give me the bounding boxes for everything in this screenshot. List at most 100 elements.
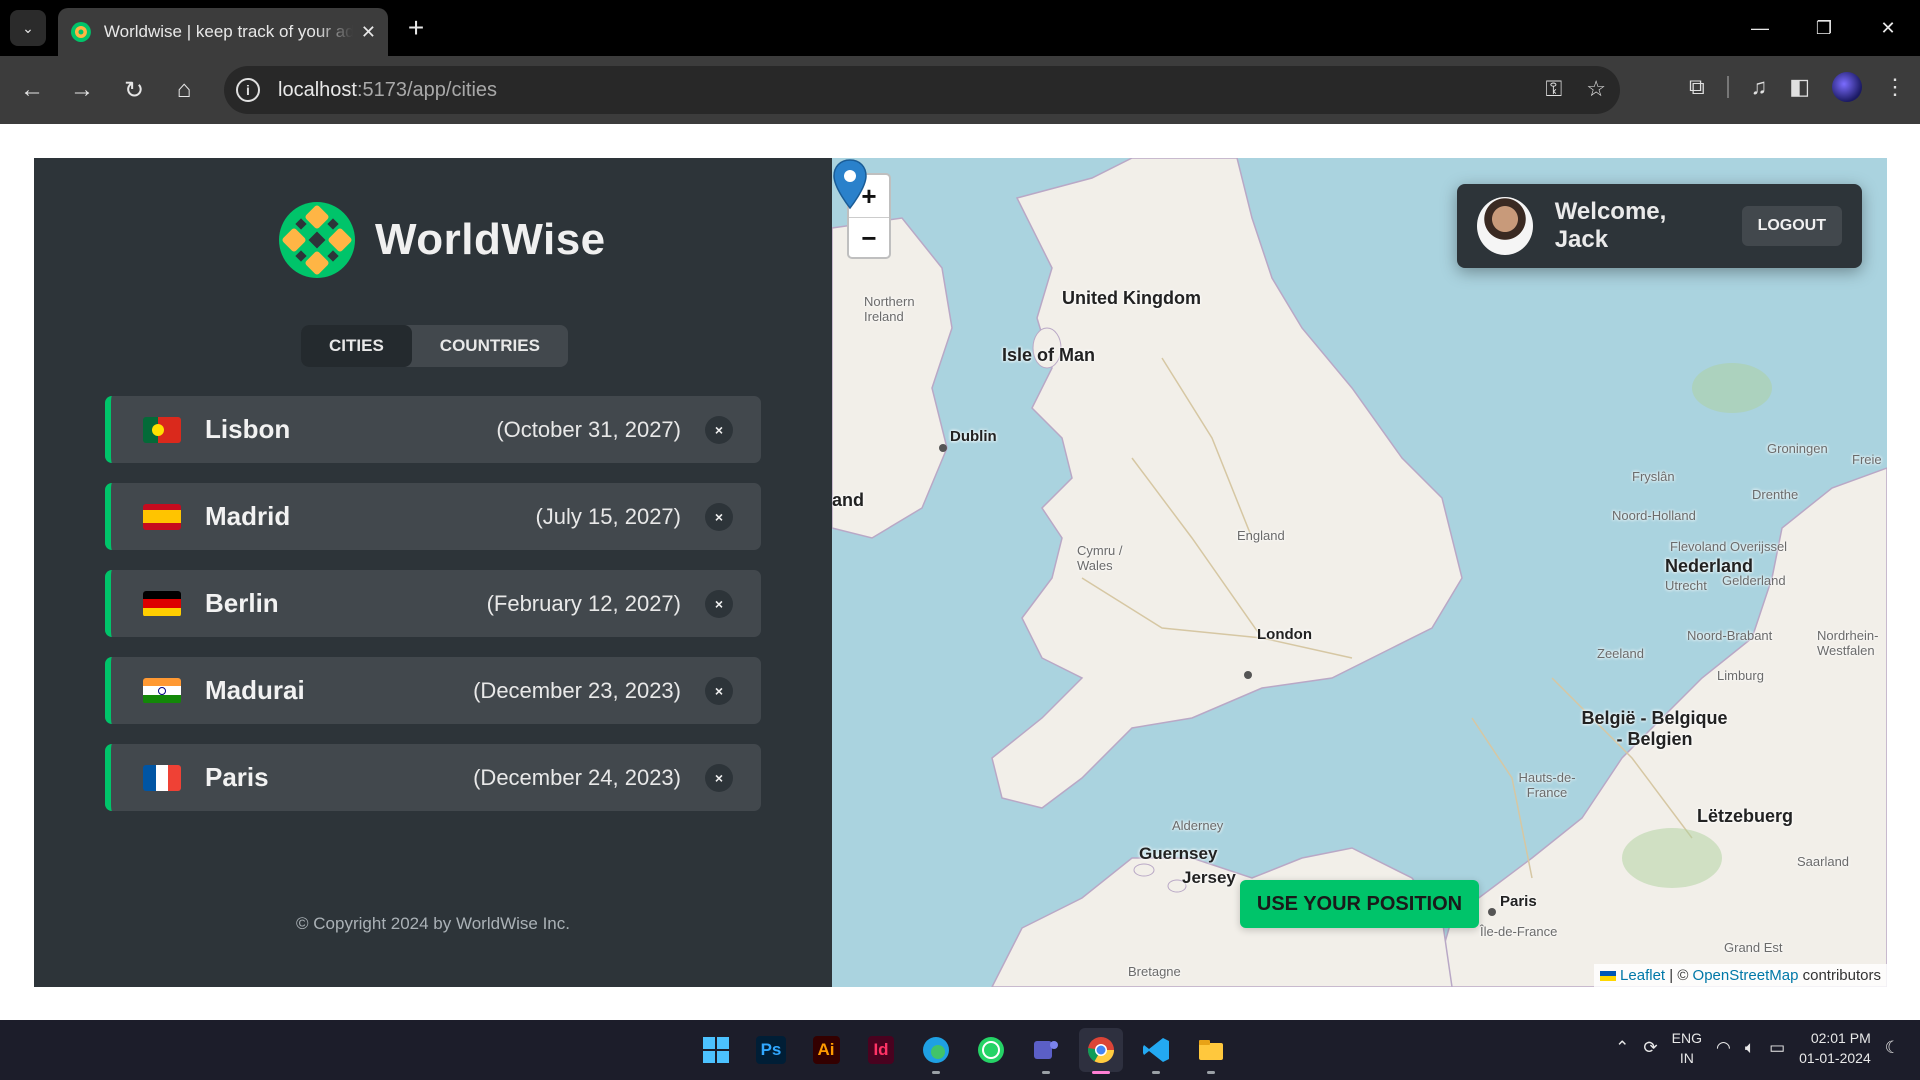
reload-icon[interactable]: ↻ xyxy=(116,72,152,108)
browser-tab-strip: ⌄ Worldwise | keep track of your adventu… xyxy=(0,0,1920,56)
menu-dots-icon[interactable]: ⋮ xyxy=(1884,74,1906,100)
browser-tab[interactable]: Worldwise | keep track of your adventure… xyxy=(58,8,388,56)
wifi-icon[interactable]: ◠ xyxy=(1716,1038,1731,1058)
restore-icon[interactable]: ❐ xyxy=(1792,0,1856,56)
brand-name: WorldWise xyxy=(375,215,606,264)
map-label: Nordrhein-Westfalen xyxy=(1817,628,1879,658)
illustrator-icon[interactable]: Ai xyxy=(804,1028,848,1072)
ukraine-flag-icon xyxy=(1599,971,1616,982)
map-label: Jersey xyxy=(1182,868,1236,887)
delete-city-button[interactable]: × xyxy=(705,589,733,618)
map-label: Île-de-France xyxy=(1480,924,1558,939)
map-label: Dublin xyxy=(950,428,997,445)
delete-city-button[interactable]: × xyxy=(705,763,733,792)
battery-icon[interactable]: ▭ xyxy=(1769,1038,1785,1058)
map-label: Paris xyxy=(1500,893,1537,910)
use-position-button[interactable]: USE YOUR POSITION xyxy=(1240,880,1479,928)
map-label: Guernsey xyxy=(1139,844,1218,863)
logout-button[interactable]: LOGOUT xyxy=(1741,206,1842,246)
logo[interactable]: WorldWise xyxy=(277,200,606,280)
clock[interactable]: 02:01 PM 01-01-2024 xyxy=(1799,1028,1871,1068)
new-tab-button[interactable]: + xyxy=(400,12,432,44)
file-explorer-icon[interactable] xyxy=(1189,1028,1233,1074)
chevron-down-icon: ⌄ xyxy=(22,19,34,36)
osm-link[interactable]: OpenStreetMap xyxy=(1693,967,1799,984)
minimize-icon[interactable]: — xyxy=(1728,0,1792,56)
zoom-out-button[interactable]: − xyxy=(849,217,889,259)
city-date: (December 24, 2023) xyxy=(473,764,681,790)
forward-icon[interactable]: → xyxy=(64,72,100,108)
window-controls: — ❐ ✕ xyxy=(1728,0,1920,56)
leaflet-link[interactable]: Leaflet xyxy=(1620,967,1665,984)
city-item-berlin[interactable]: Berlin (February 12, 2027) × xyxy=(105,570,761,637)
city-item-madrid[interactable]: Madrid (July 15, 2027) × xyxy=(105,483,761,550)
delete-city-button[interactable]: × xyxy=(705,502,733,531)
site-info-icon[interactable]: i xyxy=(236,78,260,102)
windows-start-icon[interactable] xyxy=(694,1028,738,1072)
taskbar-apps: Ps Ai Id xyxy=(694,1028,1233,1074)
address-bar[interactable]: i localhost:5173/app/cities ⚿ ☆ xyxy=(224,66,1620,114)
delete-city-button[interactable]: × xyxy=(705,415,733,444)
side-panel-icon[interactable]: ◧ xyxy=(1789,74,1810,100)
toolbar-divider xyxy=(1726,76,1729,98)
edge-icon[interactable] xyxy=(914,1028,958,1074)
whatsapp-icon[interactable] xyxy=(969,1028,1013,1072)
media-control-icon[interactable]: ♫ xyxy=(1751,74,1768,100)
map-label: Overijssel xyxy=(1730,539,1788,554)
city-item-lisbon[interactable]: Lisbon (October 31, 2027) × xyxy=(105,396,761,463)
map-label: Noord-Brabant xyxy=(1687,628,1773,643)
taskbar: Ps Ai Id ⌃ ⟳ ENG IN ◠ 🔈︎ ▭ 02:01 PM 01-0… xyxy=(0,1020,1920,1080)
sync-icon[interactable]: ⟳ xyxy=(1643,1038,1657,1058)
tab-countries[interactable]: COUNTRIES xyxy=(412,325,568,367)
chevron-up-icon[interactable]: ⌃ xyxy=(1615,1038,1629,1058)
map-label: Noord-Holland xyxy=(1612,508,1696,523)
map-label: Northern Ireland xyxy=(864,294,915,324)
city-item-madurai[interactable]: Madurai (December 23, 2023) × xyxy=(105,657,761,724)
map[interactable]: United Kingdom Isle of Man Northern Irel… xyxy=(832,158,1887,987)
tab-title: Worldwise | keep track of your adventure… xyxy=(103,22,353,41)
map-label: Bretagne xyxy=(1128,964,1181,979)
extensions-icon[interactable]: ⧉ xyxy=(1689,74,1705,100)
spain-flag-icon xyxy=(143,503,181,530)
worldwise-favicon-icon xyxy=(70,22,91,42)
map-label: Gelderland xyxy=(1722,573,1786,588)
back-icon[interactable]: ← xyxy=(14,72,50,108)
city-item-paris[interactable]: Paris (December 24, 2023) × xyxy=(105,744,761,811)
profile-avatar[interactable] xyxy=(1832,72,1862,102)
teams-icon[interactable] xyxy=(1024,1028,1068,1074)
map-label: Freie xyxy=(1852,452,1882,467)
city-date: (December 23, 2023) xyxy=(473,677,681,703)
notifications-icon[interactable]: ☾ xyxy=(1885,1038,1900,1058)
indesign-icon[interactable]: Id xyxy=(859,1028,903,1072)
close-tab-icon[interactable]: ✕ xyxy=(361,22,376,43)
vscode-icon[interactable] xyxy=(1134,1028,1178,1074)
map-label: Flevoland xyxy=(1670,539,1727,554)
city-name: Madurai xyxy=(205,675,305,705)
tab-search-button[interactable]: ⌄ xyxy=(10,10,46,46)
germany-flag-icon xyxy=(143,590,181,617)
attribution-separator: | © xyxy=(1665,967,1693,984)
region-code: IN xyxy=(1679,1050,1694,1066)
chrome-icon[interactable] xyxy=(1079,1028,1123,1074)
city-date: (February 12, 2027) xyxy=(486,590,681,616)
map-label: Groningen xyxy=(1767,441,1828,456)
bookmark-star-icon[interactable]: ☆ xyxy=(1586,76,1606,102)
map-marker-icon[interactable] xyxy=(832,158,868,210)
home-icon[interactable]: ⌂ xyxy=(166,72,202,108)
app-layout: WorldWise CITIES COUNTRIES Lisbon (Octob… xyxy=(34,158,1887,987)
map-label: and xyxy=(832,490,865,510)
url-text: localhost:5173/app/cities xyxy=(278,78,498,101)
browser-toolbar: ← → ↻ ⌂ i localhost:5173/app/cities ⚿ ☆ … xyxy=(0,56,1920,124)
system-tray: ⌃ ⟳ ENG IN ◠ 🔈︎ ▭ 02:01 PM 01-01-2024 ☾ xyxy=(1615,1028,1900,1068)
tab-cities[interactable]: CITIES xyxy=(301,325,412,367)
photoshop-icon[interactable]: Ps xyxy=(749,1028,793,1072)
password-key-icon[interactable]: ⚿ xyxy=(1546,76,1563,102)
close-window-icon[interactable]: ✕ xyxy=(1856,0,1920,56)
delete-city-button[interactable]: × xyxy=(705,676,733,705)
volume-icon[interactable]: 🔈︎ xyxy=(1745,1038,1755,1058)
map-label: United Kingdom xyxy=(1062,288,1201,308)
india-flag-icon xyxy=(143,677,181,704)
language-indicator[interactable]: ENG IN xyxy=(1672,1028,1702,1068)
sidebar: WorldWise CITIES COUNTRIES Lisbon (Octob… xyxy=(34,158,832,987)
map-label: Drenthe xyxy=(1752,487,1799,502)
